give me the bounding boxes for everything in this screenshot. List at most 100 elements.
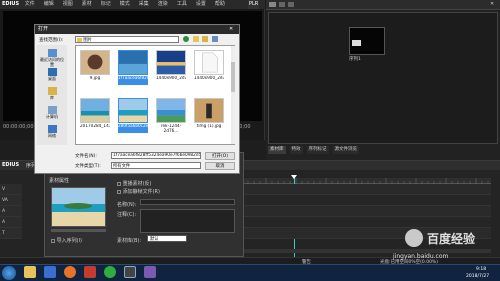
menu-item[interactable]: 渲染	[158, 0, 168, 9]
file-name: rek-1244-2d76...	[160, 124, 182, 133]
bin-window: ✕ 序列1 素材库 特效 序列标记 源文件浏览	[266, 0, 500, 160]
clip-icon	[352, 40, 361, 46]
lookin-folder-icon	[77, 37, 82, 42]
checkbox-reverse-label: 重播素材(反)	[122, 181, 152, 187]
checkbox-sequence[interactable]: 导入序列(I)	[51, 237, 82, 244]
dialog-title: 打开	[38, 26, 49, 32]
plr-badge[interactable]: PLR	[248, 0, 260, 9]
file-item[interactable]: 280f5a6b0c2e4d0...	[118, 98, 148, 133]
menu-bar: EDIUS 文件 编辑 视图 素材 标记 模式 采集 渲染 工具 设置 帮助 PLR	[0, 0, 265, 9]
file-thumbnail	[194, 50, 224, 75]
comment-label: 注释(C):	[117, 212, 137, 218]
view-menu-icon[interactable]	[211, 36, 218, 42]
explorer-icon[interactable]	[24, 266, 36, 278]
nav-buttons	[183, 36, 218, 44]
bin-tabs: 素材库 特效 序列标记 源文件浏览	[268, 146, 498, 155]
filetype-select[interactable]: 所有文件	[111, 162, 201, 169]
file-item[interactable]: 1440x900_2d7e...	[194, 50, 224, 85]
bin-up-icon[interactable]	[279, 2, 285, 7]
properties-preview	[51, 187, 106, 227]
cancel-button[interactable]: 取消	[205, 162, 235, 170]
filetype-label: 文件类型(T):	[75, 164, 101, 169]
place-item[interactable]: 最近访问的位置	[40, 49, 64, 67]
place-label: 桌面	[48, 76, 56, 81]
file-list-scrollbar[interactable]	[231, 46, 235, 144]
place-label: 计算机	[46, 114, 58, 119]
file-list[interactable]: 9.jpg 1f7aacea6f828ff5324ea90e7f6be0982d5…	[75, 45, 235, 145]
up-folder-icon[interactable]	[192, 36, 199, 42]
file-item[interactable]: rek-1244-2d76...	[156, 98, 186, 133]
file-name: 1f7aacea6f828ff5324ea90e7f6be0982d58a0ec…	[118, 76, 148, 85]
file-item[interactable]: timg (1).jpg	[194, 98, 224, 133]
dialog-titlebar: 打开 ✕	[35, 25, 239, 34]
bin-folder-icon[interactable]	[269, 2, 276, 7]
filename-label: 文件名(N):	[75, 154, 97, 159]
lookin-label: 查找范围(I):	[39, 38, 64, 43]
track-header[interactable]: T	[0, 228, 22, 239]
place-label: 库	[50, 95, 54, 100]
firefox-icon[interactable]	[64, 266, 76, 278]
lookin-select[interactable]: 图片	[75, 36, 179, 43]
open-button[interactable]: 打开(O)	[205, 152, 235, 160]
track-lane[interactable]	[236, 206, 491, 217]
menu-item[interactable]: 素材	[82, 0, 92, 9]
track-lane[interactable]	[236, 184, 491, 195]
menu-item[interactable]: 视图	[63, 0, 73, 9]
filename-input[interactable]: 1f7aacea6f828ff5324ea90e7f6be0982d58a0ec…	[111, 152, 201, 159]
other-app-icon[interactable]	[144, 266, 156, 278]
track-header[interactable]: A	[0, 217, 22, 228]
media-player-icon[interactable]	[44, 266, 56, 278]
new-folder-icon[interactable]	[202, 36, 209, 42]
bin-search-icon[interactable]	[288, 2, 294, 7]
scroll-thumb[interactable]	[231, 62, 235, 92]
bin-close-icon[interactable]: ✕	[490, 1, 494, 7]
menu-item[interactable]: 工具	[177, 0, 187, 9]
sequence-clip-label: 序列1	[349, 57, 361, 62]
folder-select[interactable]: 默认	[147, 235, 187, 242]
menu-item[interactable]: 文件	[25, 0, 35, 9]
file-thumbnail	[194, 98, 224, 123]
start-button[interactable]	[2, 266, 16, 280]
bin-tab[interactable]: 源文件浏览	[332, 146, 359, 154]
edius-taskbar-icon[interactable]	[124, 266, 136, 278]
file-name: 1440x900_2d7e...	[194, 76, 224, 80]
track-header[interactable]: VA	[0, 195, 22, 206]
name-input[interactable]	[140, 199, 235, 205]
place-item[interactable]: 桌面	[40, 68, 64, 81]
track-header[interactable]: A	[0, 206, 22, 217]
green-app-icon[interactable]	[104, 266, 116, 278]
menu-item[interactable]: 帮助	[215, 0, 225, 9]
sequence-clip[interactable]: 序列1	[349, 27, 385, 67]
media-icon[interactable]	[84, 266, 96, 278]
file-thumbnail	[80, 50, 110, 75]
checkbox-sequence-label: 导入序列(I)	[56, 238, 82, 244]
file-item[interactable]: 1440x900_2d7e...	[156, 50, 186, 85]
lookin-value: 图片	[83, 38, 92, 43]
checkbox-reverse[interactable]: 重播素材(反)	[117, 180, 152, 187]
preview-slider[interactable]	[51, 229, 106, 232]
file-item[interactable]: 20170284_1411...	[80, 98, 110, 133]
comment-input[interactable]	[140, 209, 235, 233]
menu-item[interactable]: 编辑	[44, 0, 54, 9]
place-item[interactable]: 网络	[40, 125, 64, 138]
bin-tab[interactable]: 序列标记	[306, 146, 329, 154]
back-icon[interactable]	[183, 36, 189, 42]
place-item[interactable]: 库	[40, 87, 64, 100]
place-item[interactable]: 计算机	[40, 106, 64, 119]
menu-item[interactable]: 模式	[120, 0, 130, 9]
file-item[interactable]: 1f7aacea6f828ff5324ea90e7f6be0982d58a0ec…	[118, 50, 148, 85]
checkbox-still[interactable]: 添加静帧文件(R)	[117, 188, 160, 195]
bin-tab[interactable]: 素材库	[268, 146, 286, 154]
dialog-close-icon[interactable]: ✕	[229, 25, 233, 34]
track-header[interactable]: V	[0, 184, 22, 195]
menu-item[interactable]: 采集	[139, 0, 149, 9]
place-label: 网络	[48, 133, 56, 138]
menu-item[interactable]: 设置	[196, 0, 206, 9]
menu-item[interactable]: 标记	[101, 0, 111, 9]
track-lane[interactable]	[236, 195, 491, 206]
paw-logo	[405, 229, 423, 247]
bin-tab[interactable]: 特效	[289, 146, 303, 154]
timeline-cursor-head[interactable]	[291, 175, 297, 179]
file-item[interactable]: 9.jpg	[80, 50, 110, 85]
watermark-text: 百度经验	[427, 232, 476, 246]
